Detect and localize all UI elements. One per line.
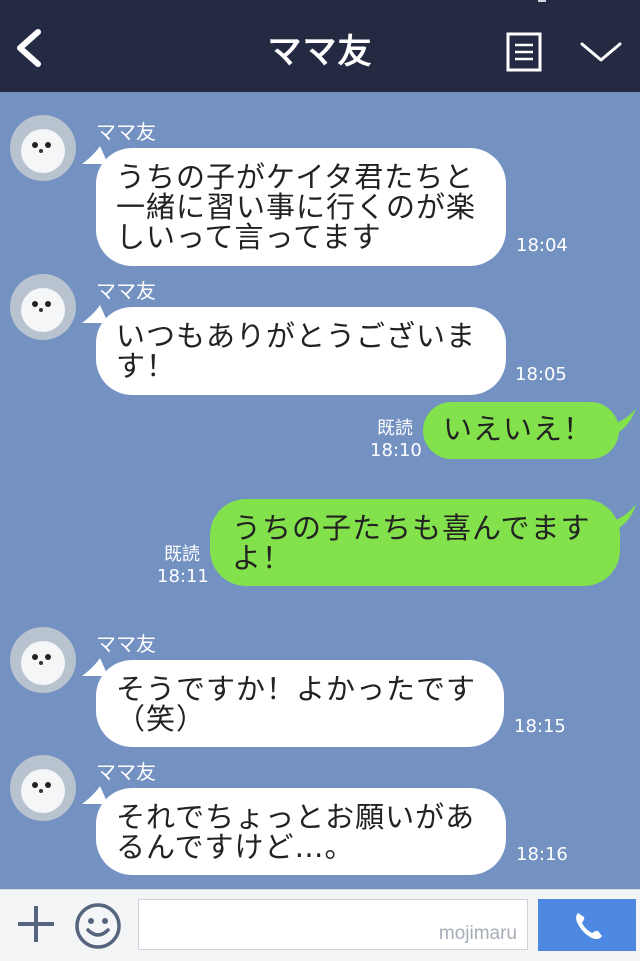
- call-button[interactable]: [538, 899, 636, 951]
- chat-title: ママ友: [267, 32, 373, 72]
- notes-icon[interactable]: [506, 32, 542, 72]
- avatar[interactable]: [10, 755, 76, 821]
- sender-name: ママ友: [96, 632, 156, 656]
- read-receipt: 既読: [164, 544, 200, 565]
- message-time: 18:04: [516, 235, 568, 256]
- chevron-down-icon[interactable]: [578, 36, 624, 66]
- status-indicator: [538, 0, 546, 2]
- message-input[interactable]: mojimaru: [138, 899, 528, 950]
- message-time: 18:10: [370, 440, 422, 461]
- message-bubble[interactable]: うちの子がケイタ君たちと 一緒に習い事に行くのが楽 しいって言ってます: [96, 148, 506, 266]
- chat-header: ママ友: [0, 0, 640, 92]
- avatar[interactable]: [10, 274, 76, 340]
- sender-name: ママ友: [96, 279, 156, 303]
- message-bubble[interactable]: いえいえ！: [423, 402, 619, 459]
- message-bubble[interactable]: いつもありがとうございま す！: [96, 307, 506, 395]
- message-meta: 既読 18:10: [370, 418, 422, 462]
- message-meta: 既読 18:11: [157, 544, 209, 588]
- message-time: 18:15: [514, 716, 566, 737]
- sender-name: ママ友: [96, 760, 156, 784]
- message-bubble[interactable]: うちの子たちも喜んでます よ！: [210, 499, 620, 586]
- avatar[interactable]: [10, 115, 76, 181]
- message-list[interactable]: ママ友 うちの子がケイタ君たちと 一緒に習い事に行くのが楽 しいって言ってます …: [0, 92, 640, 889]
- smile-icon[interactable]: [74, 902, 122, 950]
- message-time: 18:05: [515, 364, 567, 385]
- phone-icon: [576, 913, 602, 940]
- composer-bar: mojimaru: [0, 889, 640, 961]
- message-bubble[interactable]: そうですか！よかったです （笑）: [96, 660, 504, 747]
- message-bubble[interactable]: それでちょっとお願いがあ るんですけど…。: [96, 788, 506, 875]
- watermark: mojimaru: [438, 923, 517, 944]
- read-receipt: 既読: [377, 418, 413, 439]
- message-time: 18:11: [157, 566, 209, 587]
- plus-icon[interactable]: [14, 902, 58, 946]
- avatar[interactable]: [10, 627, 76, 693]
- message-time: 18:16: [516, 844, 568, 865]
- sender-name: ママ友: [96, 120, 156, 144]
